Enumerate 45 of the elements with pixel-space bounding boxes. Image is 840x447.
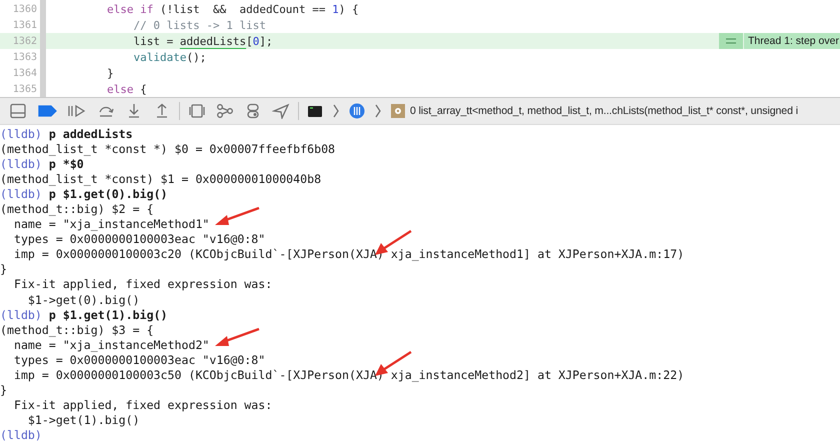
console-output: $1->get(0).big() — [26, 292, 140, 307]
line-number: 1365 — [12, 84, 37, 94]
thread-annotation: Thread 1: step over — [744, 33, 840, 49]
lldb-prompt: (lldb) — [0, 308, 42, 322]
code-text: else if (!list && addedCount == 1) { — [107, 2, 360, 16]
code-text: // 0 lists -> 1 list — [132, 18, 267, 32]
panel-icon[interactable] — [9, 101, 27, 121]
console-command: p addedLists — [48, 126, 133, 141]
console-output: imp = 0x0000000100003c50 (KCObjcBuild`-[XJPerson(XJA) xja_instanceMethod2] at XJPerson+XJA.m:22) — [12, 368, 684, 382]
console-command: p *$0 — [48, 156, 84, 171]
code-text: else { — [107, 82, 148, 96]
console-output: Fix-it applied, fixed expression was: — [12, 277, 274, 292]
lldb-prompt: (lldb) — [0, 428, 42, 442]
console-output: imp = 0x0000000100003c20 (KCObjcBuild`-[XJPerson(XJA) xja_instanceMethod1] at XJPerson+XJA.m:17) — [12, 247, 684, 262]
console-output: types = 0x0000000100003eac "v16@0:8" — [12, 352, 266, 367]
console-output: } — [0, 383, 7, 398]
line-number: 1361 — [12, 20, 37, 30]
line-number: 1360 — [12, 4, 37, 14]
code-text: } — [107, 66, 115, 80]
console-command: p $1.get(1).big() — [48, 308, 168, 322]
equals-icon — [718, 33, 743, 49]
console-output: (method_list_t *const) $1 = 0x00000001000040b8 — [0, 172, 322, 186]
line-number: 1364 — [12, 68, 37, 78]
console-output: (method_list_t *const *) $0 = 0x00007ffeefbf6b08 — [0, 142, 336, 156]
lldb-prompt: (lldb) — [0, 186, 42, 201]
console-output: (method_t::big) $2 = { — [0, 202, 154, 216]
console-output: } — [0, 262, 7, 276]
console-output: Fix-it applied, fixed expression was: — [12, 398, 274, 412]
console-output: $1->get(1).big() — [26, 413, 140, 428]
console-output: (method_t::big) $3 = { — [0, 322, 154, 337]
graph-icon[interactable] — [216, 101, 234, 121]
code-text: list = addedLists[0]; — [132, 34, 274, 48]
console-output: name = "xja_instanceMethod2" — [12, 338, 210, 352]
line-number: 1362 — [12, 36, 37, 46]
thread-icon[interactable] — [349, 101, 365, 121]
stack-frame-label[interactable]: 0 list_array_tt<method_t, method_list_t, m...chLists(method_list_t* const*, unsigned i — [410, 105, 798, 117]
gear-icon[interactable] — [391, 101, 405, 121]
console-output: name = "xja_instanceMethod1" — [12, 217, 210, 232]
lldb-prompt: (lldb) — [0, 126, 42, 141]
console-output: types = 0x0000000100003eac "v16@0:8" — [12, 232, 266, 246]
line-number: 1363 — [12, 52, 37, 62]
code-text: validate(); — [132, 50, 208, 64]
console-command: p $1.get(0).big() — [48, 186, 168, 201]
lldb-prompt: (lldb) — [0, 156, 42, 171]
location-icon[interactable] — [272, 101, 290, 121]
